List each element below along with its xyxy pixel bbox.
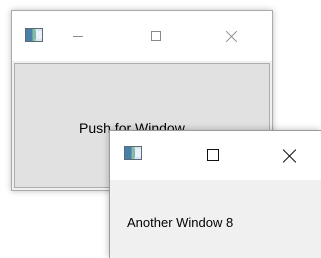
- another-window: Another Window 8: [109, 130, 321, 258]
- maximize-icon: [207, 149, 219, 161]
- minimize-button[interactable]: [55, 20, 101, 52]
- minimize-icon: [73, 35, 83, 37]
- another-window-titlebar[interactable]: [110, 131, 321, 180]
- maximize-icon: [151, 31, 161, 41]
- another-window-client: Another Window 8: [110, 180, 321, 258]
- app-icon: [25, 28, 43, 42]
- maximize-button[interactable]: [133, 20, 179, 52]
- maximize-button[interactable]: [190, 139, 236, 171]
- close-icon: [226, 30, 238, 42]
- close-icon: [283, 148, 297, 162]
- another-window-label: Another Window 8: [127, 215, 234, 230]
- main-window-titlebar[interactable]: [12, 11, 272, 61]
- close-button[interactable]: [209, 20, 255, 52]
- close-button[interactable]: [267, 139, 313, 171]
- app-icon: [124, 146, 142, 160]
